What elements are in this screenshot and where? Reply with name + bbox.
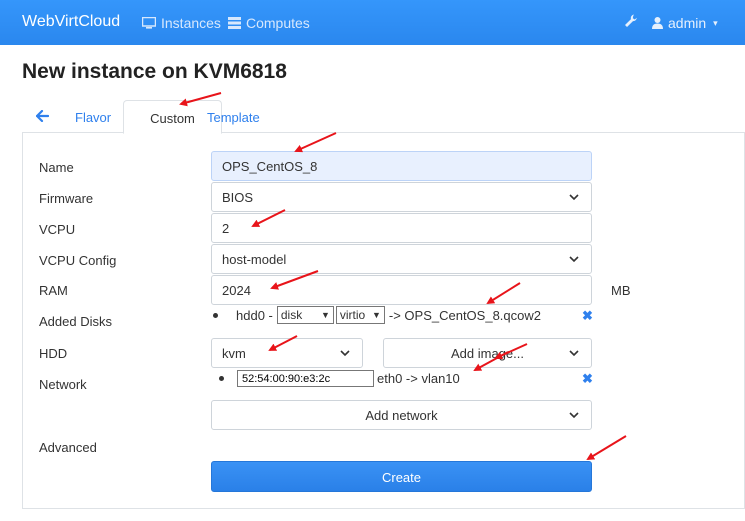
tab-template[interactable]: Template xyxy=(207,100,260,133)
mac-address-input[interactable] xyxy=(237,370,374,387)
monitor-icon xyxy=(142,17,156,29)
vcpu-config-value: host-model xyxy=(222,252,287,267)
dropdown-arrow-icon: ▼ xyxy=(371,310,381,320)
vcpu-label: VCPU xyxy=(39,222,76,237)
hdd-pool-select[interactable]: kvm xyxy=(211,338,363,368)
disk-bus-value: virtio xyxy=(339,308,366,322)
add-network-button[interactable]: Add network xyxy=(211,400,592,430)
nav-computes-label: Computes xyxy=(246,15,310,31)
network-list-item: eth0 -> vlan10 xyxy=(219,370,460,387)
firmware-value: BIOS xyxy=(222,190,254,205)
network-label: Network xyxy=(39,377,87,392)
network-target: eth0 -> vlan10 xyxy=(377,371,460,386)
name-label: Name xyxy=(39,160,74,175)
instance-tabs: Flavor Custom Template xyxy=(22,100,745,134)
wrench-icon xyxy=(625,14,637,27)
page-title: New instance on KVM6818 xyxy=(22,60,287,83)
settings-link[interactable] xyxy=(624,14,637,31)
remove-disk-icon[interactable]: ✖ xyxy=(582,308,593,324)
vcpu-input[interactable]: 2 xyxy=(211,213,592,243)
add-network-label: Add network xyxy=(365,408,438,423)
ram-value: 2024 xyxy=(222,283,251,298)
advanced-label[interactable]: Advanced xyxy=(39,440,97,455)
chevron-down-icon xyxy=(340,350,350,357)
nav-computes[interactable]: Computes xyxy=(228,15,310,31)
disk-device-select[interactable]: disk ▼ xyxy=(276,306,334,324)
hdd-label: HDD xyxy=(39,346,68,361)
hdd-pool-value: kvm xyxy=(222,346,246,361)
chevron-down-icon xyxy=(569,350,579,357)
disk-bus-select[interactable]: virtio ▼ xyxy=(335,306,385,324)
user-name: admin xyxy=(668,15,707,31)
ram-label: RAM xyxy=(39,283,68,298)
back-tab[interactable] xyxy=(35,100,56,133)
firmware-select[interactable]: BIOS xyxy=(211,182,592,212)
nav-instances[interactable]: Instances xyxy=(142,15,221,31)
vcpu-config-select[interactable]: host-model xyxy=(211,244,592,274)
disk-target: -> OPS_CentOS_8.qcow2 xyxy=(388,307,541,323)
top-navbar: WebVirtCloud Instances Computes admin ▾ xyxy=(0,0,745,45)
chevron-down-icon xyxy=(569,412,579,419)
add-image-label: Add image... xyxy=(451,346,524,361)
disk-list-item: hdd0 - disk ▼ virtio ▼ -> OPS_CentOS_8.q… xyxy=(213,306,541,324)
dropdown-arrow-icon: ▼ xyxy=(320,310,330,320)
bullet xyxy=(219,376,224,381)
remove-network-icon[interactable]: ✖ xyxy=(582,371,593,387)
brand-logo[interactable]: WebVirtCloud xyxy=(22,13,120,31)
caret-down-icon: ▾ xyxy=(713,17,718,28)
added-disks-label: Added Disks xyxy=(39,314,112,329)
nav-instances-label: Instances xyxy=(161,15,221,31)
tab-flavor[interactable]: Flavor xyxy=(75,100,111,133)
vcpu-config-label: VCPU Config xyxy=(39,253,117,268)
disk-device-value: disk xyxy=(280,308,303,322)
chevron-down-icon xyxy=(569,256,579,263)
ram-unit: MB xyxy=(611,283,631,298)
add-image-button[interactable]: Add image... xyxy=(383,338,592,368)
ram-input[interactable]: 2024 xyxy=(211,275,592,305)
user-icon xyxy=(652,17,663,29)
bullet xyxy=(213,312,218,318)
chevron-down-icon xyxy=(569,194,579,201)
firmware-label: Firmware xyxy=(39,191,94,206)
user-menu[interactable]: admin ▾ xyxy=(652,15,718,31)
create-button[interactable]: Create xyxy=(211,461,592,492)
server-icon xyxy=(228,17,241,29)
arrow-left-icon xyxy=(35,109,50,123)
disk-name: hdd0 - xyxy=(236,307,273,323)
vcpu-value: 2 xyxy=(222,221,230,236)
name-input[interactable]: OPS_CentOS_8 xyxy=(211,151,592,181)
name-value: OPS_CentOS_8 xyxy=(222,159,318,174)
